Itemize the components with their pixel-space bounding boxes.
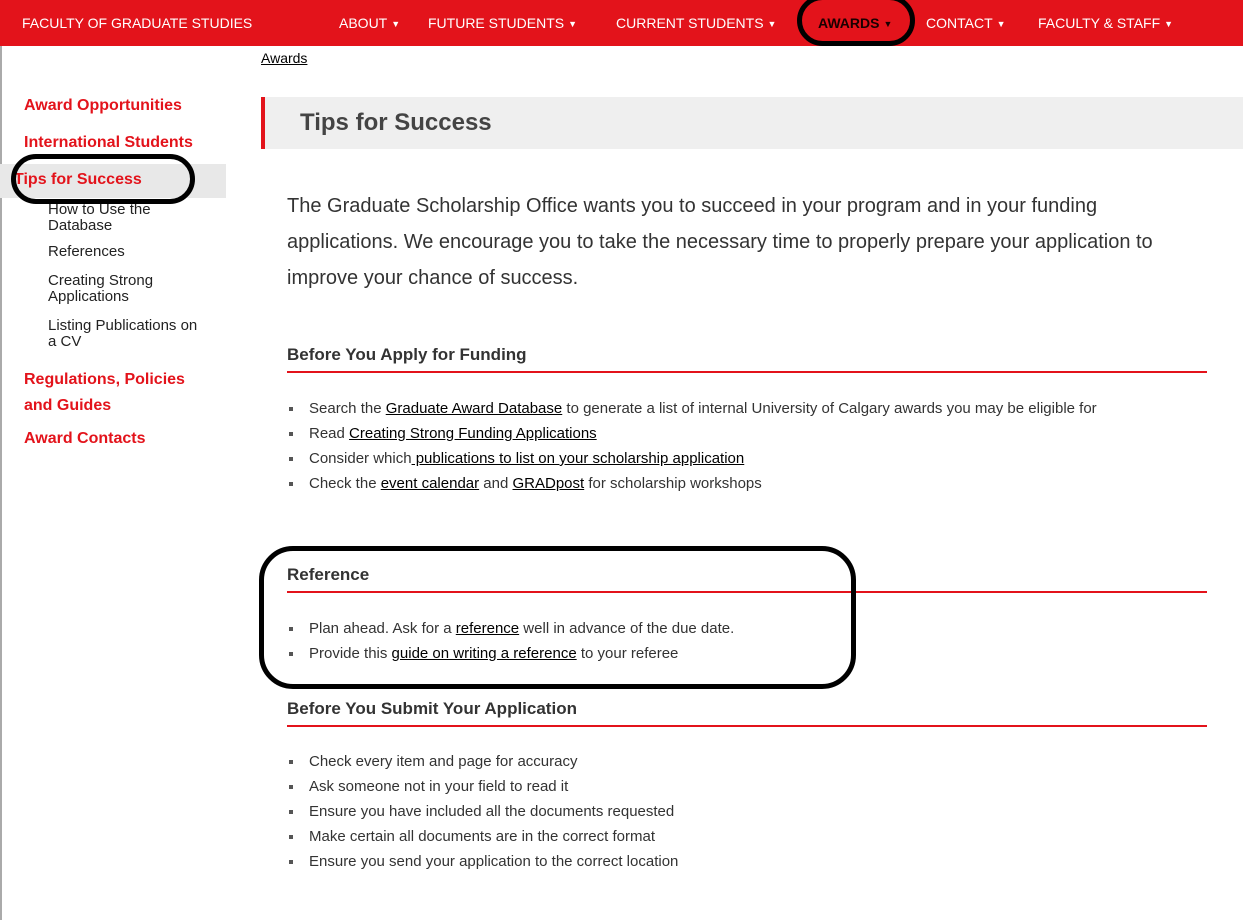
sidebar-subitem-listing-publications[interactable]: Listing Publications on a CV <box>48 318 208 350</box>
sidebar-item-tips-for-success[interactable]: Tips for Success <box>14 171 142 189</box>
page-title: Tips for Success <box>300 109 492 136</box>
section-heading-submit: Before You Submit Your Application <box>287 699 1207 727</box>
bullet-text: for scholarship workshops <box>584 475 762 492</box>
publications-to-list-link[interactable]: publications to list on your scholarship… <box>412 450 745 467</box>
chevron-down-icon: ▼ <box>568 19 578 29</box>
list-submit: Check every item and page for accuracy A… <box>287 749 1207 874</box>
chevron-down-icon: ▼ <box>996 19 1006 29</box>
sidebar-subitem-references[interactable]: References <box>48 244 125 260</box>
nav-future-students-label: FUTURE STUDENTS <box>428 15 565 31</box>
chevron-down-icon: ▼ <box>883 19 893 29</box>
bullet-text: Plan ahead. Ask for a <box>309 620 456 637</box>
list-item: Make certain all documents are in the co… <box>287 824 1207 849</box>
bullet-text: Read <box>309 425 350 442</box>
guide-on-writing-reference-link[interactable]: guide on writing a reference <box>392 645 577 662</box>
bullet-text: Provide this <box>309 645 392 662</box>
nav-contact-label: CONTACT <box>926 15 993 31</box>
page-title-bar: Tips for Success <box>261 97 1243 149</box>
nav-about-label: ABOUT <box>339 15 388 31</box>
nav-current-students-label: CURRENT STUDENTS <box>616 15 764 31</box>
creating-strong-funding-applications-link[interactable]: Creating Strong Funding Applications <box>349 425 597 442</box>
chevron-down-icon: ▼ <box>767 19 777 29</box>
bullet-text: Search the <box>309 400 386 417</box>
sidebar-item-award-opportunities[interactable]: Award Opportunities <box>24 97 182 115</box>
bullet-text: well in advance of the due date. <box>519 620 735 637</box>
bullet-text: and <box>479 475 513 492</box>
bullet-text: Check the <box>309 475 381 492</box>
intro-paragraph: The Graduate Scholarship Office wants yo… <box>287 195 1153 289</box>
list-apply: Search the Graduate Award Database to ge… <box>287 396 1207 496</box>
list-item: Read Creating Strong Funding Application… <box>287 421 1207 446</box>
graduate-award-database-link[interactable]: Graduate Award Database <box>386 400 563 417</box>
nav-faculty-staff-label: FACULTY & STAFF <box>1038 15 1161 31</box>
nav-future-students[interactable]: FUTURE STUDENTS ▼ <box>428 0 577 46</box>
list-item: Consider which publications to list on y… <box>287 446 1207 471</box>
faculty-brand-link[interactable]: FACULTY OF GRADUATE STUDIES <box>22 0 252 46</box>
bullet-text: to your referee <box>576 645 679 662</box>
list-item: Check every item and page for accuracy <box>287 749 1207 774</box>
reference-link[interactable]: reference <box>456 620 519 637</box>
chevron-down-icon: ▼ <box>391 19 401 29</box>
list-item: Provide this guide on writing a referenc… <box>287 641 1207 666</box>
nav-awards-label: AWARDS <box>818 15 880 31</box>
section-heading-reference: Reference <box>287 565 1207 593</box>
top-navigation: FACULTY OF GRADUATE STUDIES ABOUT ▼ FUTUR… <box>0 0 1243 46</box>
sidebar-subitem-creating-strong-applications[interactable]: Creating Strong Applications <box>48 273 178 305</box>
sidebar-item-award-contacts[interactable]: Award Contacts <box>24 430 146 448</box>
sidebar-item-international-students[interactable]: International Students <box>24 134 193 152</box>
nav-current-students[interactable]: CURRENT STUDENTS ▼ <box>616 0 776 46</box>
sidebar-item-regulations[interactable]: Regulations, Policies and Guides <box>24 367 214 419</box>
list-item: Check the event calendar and GRADpost fo… <box>287 471 1207 496</box>
bullet-text: Consider which <box>309 450 412 467</box>
breadcrumb-awards[interactable]: Awards <box>261 50 307 66</box>
nav-about[interactable]: ABOUT ▼ <box>339 0 400 46</box>
nav-faculty-staff[interactable]: FACULTY & STAFF ▼ <box>1038 0 1173 46</box>
sidebar-subitem-how-to-use-database[interactable]: How to Use the Database <box>48 202 188 234</box>
nav-contact[interactable]: CONTACT ▼ <box>926 0 1006 46</box>
gradpost-link[interactable]: GRADpost <box>513 475 585 492</box>
list-item: Ensure you send your application to the … <box>287 849 1207 874</box>
nav-awards[interactable]: AWARDS ▼ <box>818 0 892 46</box>
chevron-down-icon: ▼ <box>1164 19 1174 29</box>
list-item: Ensure you have included all the documen… <box>287 799 1207 824</box>
bullet-text: to generate a list of internal Universit… <box>562 400 1097 417</box>
list-reference: Plan ahead. Ask for a reference well in … <box>287 616 1207 666</box>
event-calendar-link[interactable]: event calendar <box>381 475 479 492</box>
list-item: Search the Graduate Award Database to ge… <box>287 396 1207 421</box>
list-item: Ask someone not in your field to read it <box>287 774 1207 799</box>
section-heading-apply: Before You Apply for Funding <box>287 345 1207 373</box>
list-item: Plan ahead. Ask for a reference well in … <box>287 616 1207 641</box>
